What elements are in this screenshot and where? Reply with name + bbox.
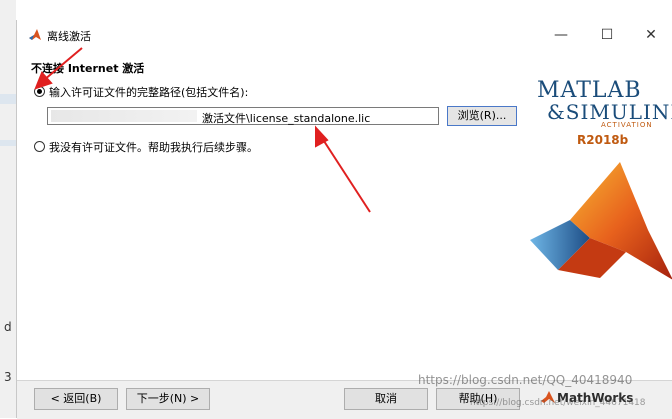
no-license-radio[interactable] [34, 141, 45, 152]
minimize-button[interactable]: — [541, 24, 581, 46]
back-button[interactable]: < 返回(B) [34, 388, 118, 410]
matlab-membrane-logo [530, 162, 672, 280]
activation-label: ACTIVATION [601, 121, 653, 129]
license-file-radio[interactable] [34, 86, 45, 97]
background-window-text: d [4, 320, 12, 334]
window-title: 离线激活 [47, 30, 91, 43]
background-window-edge: d 3 [0, 0, 17, 418]
release-label: R2018b [577, 133, 629, 147]
background-window-stub [0, 140, 16, 146]
background-window-top [16, 0, 672, 20]
matlab-membrane-icon [29, 29, 41, 40]
browse-button[interactable]: 浏览(R)... [447, 106, 517, 126]
section-heading: 不连接 Internet 激活 [31, 62, 145, 75]
background-window-text: 3 [4, 370, 12, 384]
title-bar[interactable]: 离线激活 — ☐ ✕ [17, 20, 672, 50]
no-license-radio-label[interactable]: 我没有许可证文件。帮助我执行后续步骤。 [49, 139, 258, 155]
watermark: https://blog.csdn.net/weixin_44671418 [470, 398, 646, 408]
offline-activation-dialog: 离线激活 — ☐ ✕ 不连接 Internet 激活 输入许可证文件的完整路径(… [16, 20, 672, 419]
license-path-value: 激活文件\license_standalone.lic [202, 112, 371, 125]
license-path-input[interactable]: 激活文件\license_standalone.lic [47, 107, 439, 125]
maximize-button[interactable]: ☐ [587, 24, 627, 46]
blurred-path-segment [51, 110, 197, 122]
next-button[interactable]: 下一步(N) > [126, 388, 210, 410]
cancel-button[interactable]: 取消 [344, 388, 428, 410]
close-button[interactable]: ✕ [631, 24, 671, 46]
watermark: https://blog.csdn.net/QQ_40418940 [418, 373, 633, 387]
background-window-stub [0, 94, 16, 104]
license-file-radio-label[interactable]: 输入许可证文件的完整路径(包括文件名): [49, 84, 248, 100]
